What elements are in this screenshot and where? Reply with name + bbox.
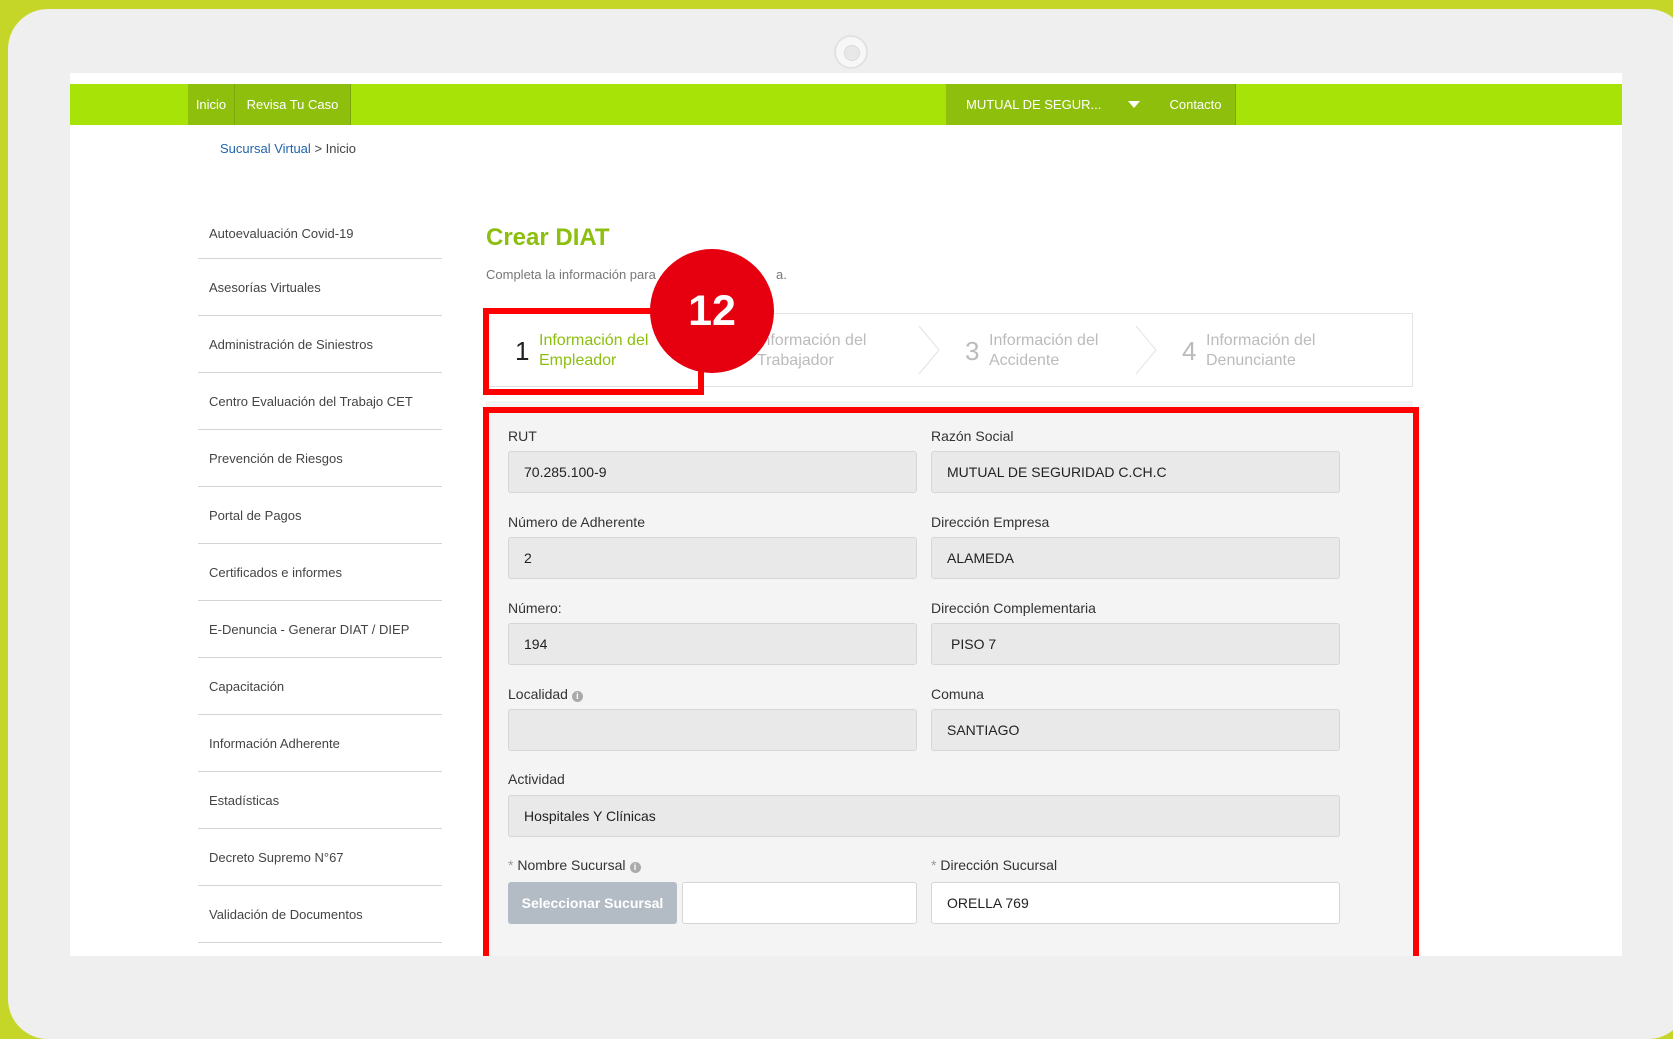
chevron-down-icon — [1128, 101, 1140, 108]
sidebar-item-decreto[interactable]: Decreto Supremo N°67 — [198, 829, 442, 886]
breadcrumb-link[interactable]: Sucursal Virtual — [220, 141, 311, 156]
page-subtitle-end: a. — [776, 267, 787, 282]
step-label-line1: Información del — [757, 332, 867, 349]
step-label-line2: Accidente — [989, 352, 1060, 369]
sidebar-item-pagos[interactable]: Portal de Pagos — [198, 487, 442, 544]
step-badge: 12 — [650, 249, 774, 373]
org-dropdown[interactable]: MUTUAL DE SEGUR... — [946, 84, 1156, 125]
sidebar-item-estadisticas[interactable]: Estadísticas — [198, 772, 442, 829]
breadcrumb-current: > Inicio — [314, 141, 356, 156]
step-label-line2: Denunciante — [1206, 352, 1296, 369]
step-label: Información del Accidente — [989, 331, 1149, 371]
step-label: Información del Trabajador — [757, 331, 917, 371]
org-dropdown-label: MUTUAL DE SEGUR... — [966, 97, 1102, 112]
step-label-line1: Información del — [989, 332, 1099, 349]
sidebar-item-validacion[interactable]: Validación de Documentos — [198, 886, 442, 943]
step-number: 3 — [965, 336, 980, 366]
nav-contacto[interactable]: Contacto — [1156, 84, 1236, 125]
form-highlight — [483, 407, 1419, 956]
sidebar-item-asesorias[interactable]: Asesorías Virtuales — [198, 259, 442, 316]
sidebar-item-cet[interactable]: Centro Evaluación del Trabajo CET — [198, 373, 442, 430]
page-title: Crear DIAT — [486, 224, 610, 251]
step-label: Información del Denunciante — [1206, 331, 1366, 371]
step-label-line1: Información del — [1206, 332, 1316, 349]
breadcrumb: Sucursal Virtual > Inicio — [220, 141, 356, 156]
sidebar-item-siniestros[interactable]: Administración de Siniestros — [198, 316, 442, 373]
nav-inicio[interactable]: Inicio — [188, 84, 235, 125]
page-subtitle: Completa la información para a. — [486, 267, 787, 282]
sidebar-item-edenuncia[interactable]: E-Denuncia - Generar DIAT / DIEP — [198, 601, 442, 658]
sidebar-item-adherente[interactable]: Información Adherente — [198, 715, 442, 772]
step-number: 4 — [1182, 336, 1197, 366]
sidebar-item-capacitacion[interactable]: Capacitación — [198, 658, 442, 715]
top-navbar: Inicio Revisa Tu Caso MUTUAL DE SEGUR...… — [70, 84, 1622, 125]
browser-screen: Inicio Revisa Tu Caso MUTUAL DE SEGUR...… — [70, 73, 1622, 956]
sidebar-item-certificados[interactable]: Certificados e informes — [198, 544, 442, 601]
page-subtitle-text: Completa la información para — [486, 267, 656, 282]
step-label-line2: Trabajador — [757, 352, 834, 369]
sidebar-item-covid[interactable]: Autoevaluación Covid-19 — [198, 208, 442, 259]
camera-icon — [834, 35, 868, 69]
sidebar: Autoevaluación Covid-19 Asesorías Virtua… — [198, 208, 442, 943]
sidebar-item-prevencion[interactable]: Prevención de Riesgos — [198, 430, 442, 487]
step-denunciante[interactable]: 4 Información del Denunciante — [1155, 314, 1413, 386]
step-accidente[interactable]: 3 Información del Accidente — [937, 314, 1155, 386]
nav-revisa-tu-caso[interactable]: Revisa Tu Caso — [235, 84, 351, 125]
